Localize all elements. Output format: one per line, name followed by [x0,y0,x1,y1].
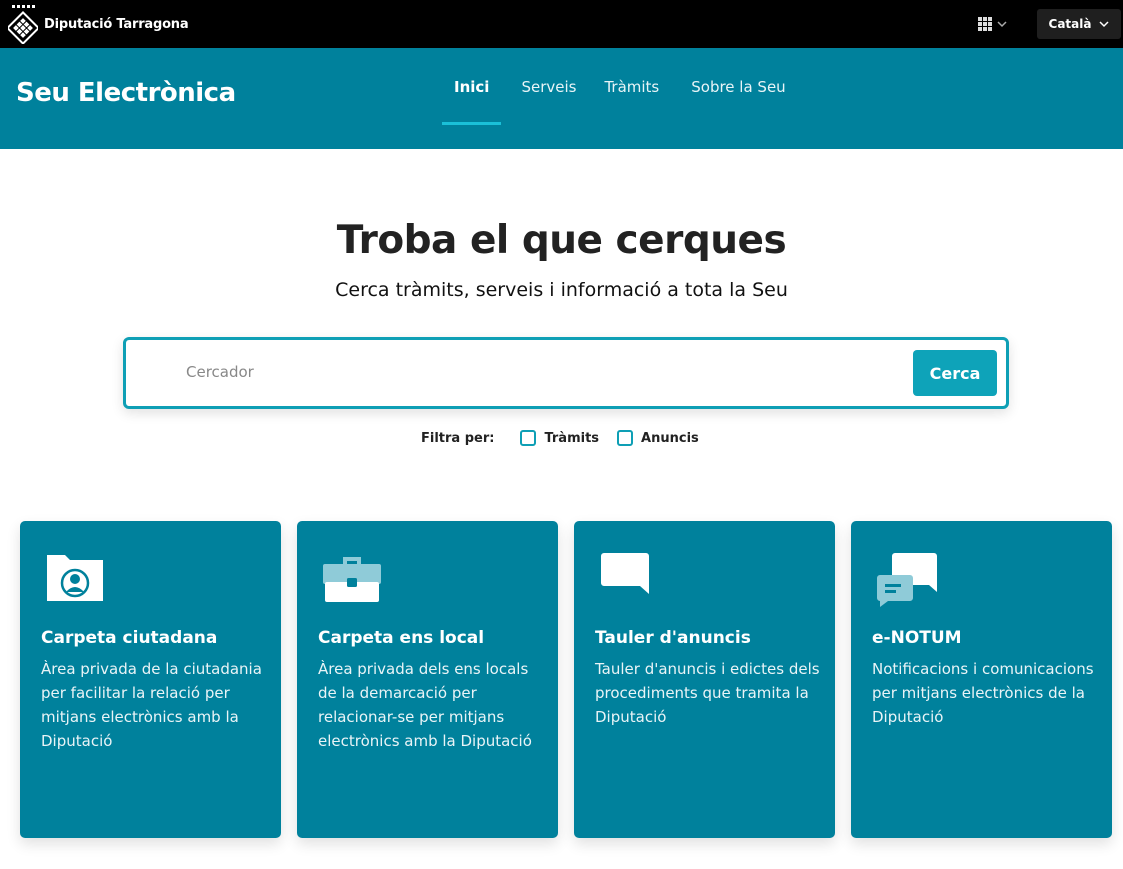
nav-item-tramits[interactable]: Tràmits [588,48,675,125]
filter-tramits[interactable]: Tràmits [520,430,599,446]
card-tauler-anuncis[interactable]: Tauler d'anuncis Tauler d'anuncis i edic… [574,521,835,838]
top-bar: Diputació Tarragona Català [0,0,1123,48]
filter-anuncis-checkbox[interactable] [617,430,634,446]
folder-user-icon [47,555,103,601]
filter-tramits-label: Tràmits [544,430,600,446]
language-label: Català [1048,17,1092,31]
nav-item-serveis[interactable]: Serveis [501,48,588,125]
diputacio-logo-icon [8,5,38,44]
search-input[interactable] [186,354,886,390]
page-subtitle: Cerca tràmits, serveis i informació a to… [335,279,788,301]
page-title: Troba el que cerques [336,218,787,263]
card-title: Carpeta ciutadana [41,628,218,648]
search-button[interactable]: Cerca [913,350,997,396]
brand-link[interactable]: Diputació Tarragona [8,2,189,46]
search-box: Cerca [123,337,1009,409]
card-description: Notificacions i comunicacions per mitjan… [872,660,1094,726]
nav-item-inici[interactable]: Inici [442,48,502,125]
card-e-notum[interactable]: e-NOTUM Notificacions i comunicacions pe… [851,521,1112,838]
chevron-down-icon [997,21,1007,28]
chevron-down-icon [1099,21,1109,28]
speech-bubble-icon [601,553,649,594]
search-filters: Filtra per: Tràmits Anuncis [421,428,717,448]
brand-name: Diputació Tarragona [44,16,189,32]
nav-item-sobre-la-seu[interactable]: Sobre la Seu [675,48,797,125]
card-carpeta-ciutadana[interactable]: Carpeta ciutadana Àrea privada de la ciu… [20,521,281,838]
site-header: Seu Electrònica Inici Serveis Tràmits So… [0,48,1123,149]
card-title: Carpeta ens local [318,628,485,648]
site-title[interactable]: Seu Electrònica [16,78,236,108]
card-title: Tauler d'anuncis [595,628,751,648]
grid-icon [978,17,992,31]
filter-anuncis[interactable]: Anuncis [617,430,699,446]
main-nav: Inici Serveis Tràmits Sobre la Seu [442,48,798,149]
card-description: Tauler d'anuncis i edictes dels procedim… [595,660,820,726]
apps-menu-button[interactable] [978,13,1018,35]
briefcase-icon [323,557,381,602]
filter-tramits-checkbox[interactable] [520,430,537,446]
card-title: e-NOTUM [872,628,962,648]
chat-bubbles-icon [877,553,937,607]
card-description: Àrea privada de la ciutadania per facili… [41,660,262,750]
language-selector[interactable]: Català [1037,9,1121,39]
card-description: Àrea privada dels ens locals de la demar… [318,660,532,750]
card-carpeta-ens-local[interactable]: Carpeta ens local Àrea privada dels ens … [297,521,558,838]
filter-anuncis-label: Anuncis [641,430,699,446]
filter-label: Filtra per: [421,430,495,446]
